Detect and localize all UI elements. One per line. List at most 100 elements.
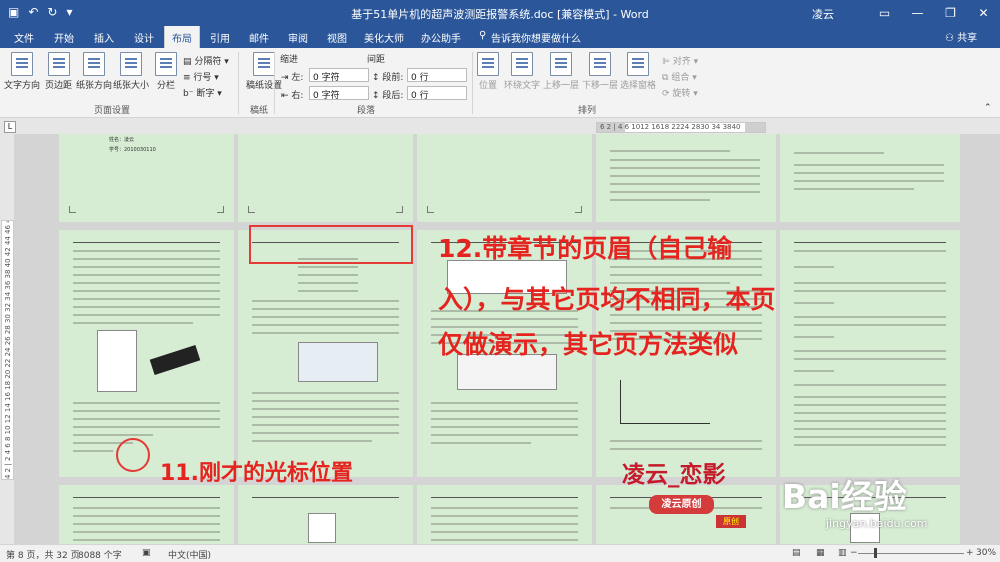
manuscript-group-label: 稿纸 bbox=[250, 106, 269, 116]
collapse-ribbon-icon[interactable]: ⌃ bbox=[984, 103, 992, 113]
read-mode-icon[interactable]: ▤ bbox=[792, 548, 801, 558]
tab-office-assistant[interactable]: 办公助手 bbox=[421, 30, 461, 45]
zoom-in-button[interactable]: + bbox=[966, 548, 974, 558]
text-line bbox=[298, 290, 358, 292]
text-line bbox=[431, 507, 578, 509]
spacing-before-label: ↕ 段前: bbox=[372, 73, 404, 83]
text-line bbox=[73, 402, 220, 404]
author-signature: 凌云_恋影 bbox=[622, 461, 726, 488]
ribbon-display-icon[interactable]: ▭ bbox=[868, 0, 901, 26]
text-line bbox=[252, 316, 399, 318]
zoom-out-button[interactable]: − bbox=[850, 548, 858, 558]
close-button[interactable]: ✕ bbox=[967, 0, 1000, 26]
hyphenation-button[interactable]: b⁻ 断字 ▾ bbox=[183, 86, 222, 99]
text-line bbox=[73, 250, 220, 252]
tab-stop-selector[interactable]: L bbox=[4, 121, 16, 133]
separator bbox=[472, 52, 473, 114]
title-bar: ▣ ↶ ↻ ▾ 基于51单片机的超声波测距报警系统.doc [兼容模式] - W… bbox=[0, 0, 1000, 26]
page-3[interactable] bbox=[417, 134, 592, 222]
line-numbers-button[interactable]: ≡ 行号 ▾ bbox=[183, 70, 219, 83]
manuscript-settings-button[interactable]: 稿纸设置 bbox=[246, 52, 282, 91]
word-count[interactable]: 8088 个字 bbox=[78, 548, 122, 561]
text-line bbox=[73, 314, 220, 316]
tab-design[interactable]: 设计 bbox=[134, 30, 154, 45]
group-button[interactable]: ⧉ 组合 ▾ bbox=[662, 70, 697, 83]
text-direction-button[interactable]: 文字方向 bbox=[4, 52, 40, 91]
wrap-text-icon bbox=[511, 52, 533, 76]
tab-layout[interactable]: 布局 bbox=[164, 26, 200, 48]
page-7[interactable] bbox=[238, 230, 413, 477]
restore-button[interactable]: ❐ bbox=[934, 0, 967, 26]
spacing-before-icon: ↕ bbox=[372, 73, 380, 83]
send-backward-button[interactable]: 下移一层 bbox=[582, 52, 618, 91]
text-line bbox=[610, 150, 730, 152]
text-line bbox=[252, 416, 399, 418]
indent-right-input[interactable]: 0 字符 bbox=[309, 86, 369, 101]
text-line bbox=[431, 402, 578, 404]
page-13[interactable] bbox=[417, 485, 592, 544]
horizontal-ruler[interactable]: 6 2 | 4 6 1012 1618 2224 2830 34 3840 bbox=[596, 122, 766, 133]
rotate-button[interactable]: ⟳ 旋转 ▾ bbox=[662, 86, 698, 99]
spacing-before-input[interactable]: 0 行 bbox=[407, 68, 467, 83]
align-button[interactable]: ⊫ 对齐 ▾ bbox=[662, 54, 698, 67]
text-line bbox=[431, 442, 531, 444]
user-name[interactable]: 凌云 bbox=[812, 6, 834, 22]
page-6[interactable] bbox=[59, 230, 234, 477]
tab-insert[interactable]: 插入 bbox=[94, 30, 114, 45]
zoom-slider-thumb[interactable] bbox=[874, 548, 877, 558]
proofing-icon[interactable]: ▣ bbox=[142, 548, 151, 558]
page-1[interactable]: 姓名：凌云 学号：2010030110 bbox=[59, 134, 234, 222]
indent-left-input[interactable]: 0 字符 bbox=[309, 68, 369, 83]
text-line bbox=[298, 282, 358, 284]
text-line bbox=[431, 418, 578, 420]
breaks-button[interactable]: ▤ 分隔符 ▾ bbox=[183, 54, 229, 67]
horizontal-ruler-area bbox=[0, 118, 1000, 134]
size-button[interactable]: 纸张大小 bbox=[113, 52, 149, 91]
page-11[interactable] bbox=[59, 485, 234, 544]
tab-file[interactable]: 文件 bbox=[14, 30, 34, 45]
text-line bbox=[431, 523, 578, 525]
tab-view[interactable]: 视图 bbox=[327, 30, 347, 45]
paper-size-icon bbox=[120, 52, 142, 76]
tab-references[interactable]: 引用 bbox=[210, 30, 230, 45]
text-line bbox=[431, 515, 578, 517]
vertical-ruler[interactable]: 4 2 | 2 4 6 8 10 12 14 16 18 20 22 24 26… bbox=[1, 220, 14, 480]
share-button[interactable]: ⚇ 共享 bbox=[945, 29, 977, 44]
page-4[interactable] bbox=[596, 134, 776, 222]
tell-me-input[interactable]: 告诉我你想要做什么 bbox=[491, 30, 581, 45]
selection-pane-button[interactable]: 选择窗格 bbox=[620, 52, 656, 91]
margins-button[interactable]: 页边距 bbox=[45, 52, 72, 91]
breaks-icon: ▤ bbox=[183, 57, 192, 67]
margins-icon bbox=[47, 52, 70, 76]
text-line bbox=[73, 434, 153, 436]
tab-mailings[interactable]: 邮件 bbox=[249, 30, 269, 45]
paragraph-group-label: 段落 bbox=[357, 106, 376, 116]
tab-review[interactable]: 审阅 bbox=[288, 30, 308, 45]
page-14[interactable] bbox=[596, 485, 776, 544]
wrap-text-button[interactable]: 环绕文字 bbox=[504, 52, 540, 91]
text-line bbox=[73, 515, 220, 517]
bring-forward-button[interactable]: 上移一层 bbox=[543, 52, 579, 91]
tab-home[interactable]: 开始 bbox=[54, 30, 74, 45]
text-line bbox=[252, 400, 399, 402]
orientation-button[interactable]: 纸张方向 bbox=[76, 52, 112, 91]
page-10[interactable] bbox=[780, 230, 960, 477]
minimize-button[interactable]: — bbox=[901, 0, 934, 26]
spacing-after-input[interactable]: 0 行 bbox=[407, 86, 467, 101]
page-5[interactable] bbox=[780, 134, 960, 222]
page-2[interactable] bbox=[238, 134, 413, 222]
columns-button[interactable]: 分栏 bbox=[155, 52, 177, 91]
position-button[interactable]: 位置 bbox=[477, 52, 499, 91]
web-layout-icon[interactable]: ▥ bbox=[838, 548, 847, 558]
text-line bbox=[73, 523, 220, 525]
crop-mark bbox=[217, 206, 224, 213]
text-line bbox=[431, 434, 578, 436]
print-layout-icon[interactable]: ▦ bbox=[816, 548, 825, 558]
text-line bbox=[610, 274, 762, 276]
page-count[interactable]: 第 8 页，共 32 页 bbox=[6, 548, 80, 561]
tab-beautify[interactable]: 美化大师 bbox=[364, 30, 404, 45]
zoom-level[interactable]: 30% bbox=[976, 548, 996, 558]
language-indicator[interactable]: 中文(中国) bbox=[168, 548, 211, 561]
header-highlight-box bbox=[249, 225, 413, 264]
page-12[interactable] bbox=[238, 485, 413, 544]
